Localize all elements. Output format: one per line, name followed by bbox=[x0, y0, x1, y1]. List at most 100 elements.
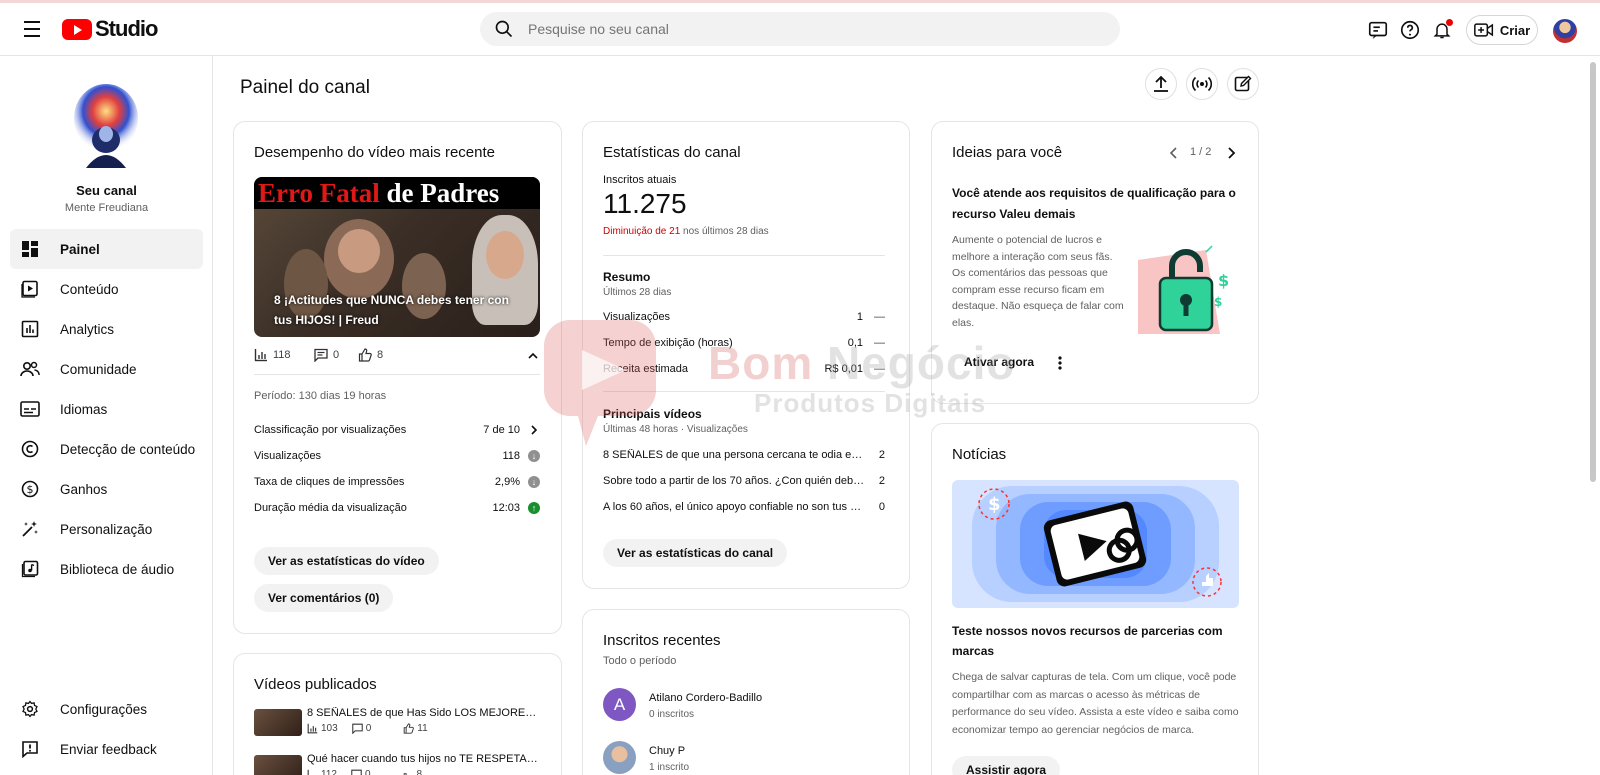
top-video-row[interactable]: 8 SEÑALES de que una persona cercana te … bbox=[603, 442, 885, 468]
sidebar-item-personalizacao[interactable]: Personalização bbox=[10, 509, 203, 549]
sidebar-item-deteccao[interactable]: Detecção de conteúdo bbox=[10, 429, 203, 469]
views-stat: 103 bbox=[307, 723, 338, 734]
channel-stats-card: Estatísticas do canal Inscritos atuais 1… bbox=[582, 121, 910, 589]
sidebar-item-label: Configurações bbox=[60, 701, 148, 717]
sidebar-item-label: Idiomas bbox=[60, 401, 108, 417]
view-comments-button[interactable]: Ver comentários (0) bbox=[254, 584, 394, 612]
summary-value: 1 bbox=[856, 311, 863, 323]
live-broadcast-icon bbox=[1192, 76, 1212, 92]
youtube-play-icon bbox=[62, 18, 92, 40]
hamburger-menu-icon[interactable] bbox=[18, 17, 46, 41]
summary-trend: — bbox=[874, 337, 885, 349]
audio-library-icon bbox=[20, 559, 40, 579]
watch-now-button[interactable]: Assistir agora bbox=[952, 756, 1061, 775]
summary-value: 0,1 bbox=[847, 337, 863, 349]
card-title: Ideias para você bbox=[952, 144, 1063, 161]
collapse-chevron-icon[interactable] bbox=[527, 350, 539, 362]
studio-logo[interactable]: Studio bbox=[62, 16, 158, 42]
divider bbox=[603, 391, 885, 392]
subscriber-row[interactable]: Chuy P 1 inscrito bbox=[603, 741, 883, 775]
card-title: Inscritos recentes bbox=[603, 632, 721, 649]
create-label: Criar bbox=[1499, 22, 1531, 38]
comment-icon bbox=[351, 769, 362, 775]
views-count: 118 bbox=[273, 349, 291, 361]
top-video-views: 0 bbox=[878, 501, 885, 513]
community-icon bbox=[20, 359, 40, 379]
metric-row[interactable]: Classificação por visualizações 7 de 10 bbox=[254, 417, 540, 443]
recent-subs-period: Todo o período bbox=[603, 655, 677, 667]
help-icon[interactable] bbox=[1398, 18, 1422, 42]
messages-icon[interactable] bbox=[1366, 18, 1390, 42]
banner-white-text: de Padres bbox=[379, 178, 500, 208]
video-stats: 112 0 8 bbox=[307, 769, 422, 775]
comment-icon bbox=[314, 348, 328, 362]
metric-value: 2,9% bbox=[494, 476, 520, 488]
divider bbox=[254, 374, 540, 375]
sidebar-item-feedback[interactable]: Enviar feedback bbox=[10, 729, 203, 769]
activate-now-button[interactable]: Ativar agora bbox=[952, 348, 1049, 376]
sidebar-item-painel[interactable]: Painel bbox=[10, 229, 203, 269]
comments-stat: 0 bbox=[314, 348, 339, 362]
search-bar[interactable] bbox=[480, 12, 1120, 46]
sidebar-item-label: Ganhos bbox=[60, 481, 108, 497]
news-body: Chega de salvar capturas de tela. Com um… bbox=[952, 671, 1239, 736]
chevron-right-icon[interactable] bbox=[1225, 146, 1237, 160]
top-video-row[interactable]: A los 60 años, el único apoyo confiable … bbox=[603, 494, 885, 520]
thumbnail-freud-face bbox=[486, 231, 524, 279]
card-title: Vídeos publicados bbox=[254, 676, 377, 693]
sidebar-item-idiomas[interactable]: Idiomas bbox=[10, 389, 203, 429]
news-heading: Teste nossos novos recursos de parcerias… bbox=[952, 624, 1223, 658]
account-avatar[interactable] bbox=[1553, 19, 1577, 43]
video-thumbnail bbox=[254, 709, 302, 736]
chevron-left-icon[interactable] bbox=[1168, 146, 1180, 160]
change-period: nos últimos 28 dias bbox=[680, 226, 769, 237]
page-title: Painel do canal bbox=[240, 77, 370, 98]
subscriber-row[interactable]: A Atilano Cordero-Badillo 0 inscritos bbox=[603, 688, 883, 728]
metric-row: Duração média da visualização 12:03 ↑ bbox=[254, 495, 540, 521]
views-count: 112 bbox=[321, 769, 337, 775]
more-options-icon[interactable] bbox=[1057, 355, 1063, 371]
create-post-button[interactable] bbox=[1227, 68, 1259, 100]
video-thumbnail[interactable]: Erro Fatal de Padres 8 ¡Actitudes que NU… bbox=[254, 177, 540, 337]
create-button[interactable]: Criar bbox=[1466, 15, 1538, 45]
sidebar-item-label: Painel bbox=[60, 241, 100, 257]
channel-avatar[interactable] bbox=[72, 82, 140, 168]
comment-icon bbox=[351, 723, 363, 734]
metric-label: Classificação por visualizações bbox=[254, 424, 407, 436]
divider bbox=[603, 255, 885, 256]
banner-red-text: Erro Fatal bbox=[258, 178, 380, 208]
analytics-icon bbox=[20, 319, 40, 339]
arrow-down-icon: ↓ bbox=[528, 476, 540, 488]
sidebar-item-conteudo[interactable]: Conteúdo bbox=[10, 269, 203, 309]
top-video-row[interactable]: Sobre todo a partir de los 70 años. ¿Con… bbox=[603, 468, 885, 494]
sidebar-item-analytics[interactable]: Analytics bbox=[10, 309, 203, 349]
idea-heading: Você atende aos requisitos de qualificaç… bbox=[952, 186, 1236, 221]
channel-handle: Mente Freudiana bbox=[64, 202, 149, 214]
subscribers-value: 11.275 bbox=[603, 188, 687, 219]
subscribers-label: Inscritos atuais bbox=[603, 174, 677, 186]
summary-trend: — bbox=[874, 363, 885, 375]
video-stats-button[interactable]: Ver as estatísticas do vídeo bbox=[254, 547, 439, 575]
comments-count: 0 bbox=[333, 349, 340, 361]
news-banner-image[interactable]: $ bbox=[952, 480, 1239, 608]
notifications-bell-icon[interactable] bbox=[1430, 18, 1454, 42]
sidebar-item-comunidade[interactable]: Comunidade bbox=[10, 349, 203, 389]
search-input[interactable] bbox=[528, 21, 1088, 37]
padlock-money-icon: $ $ bbox=[1138, 245, 1229, 334]
views-stat: 118 bbox=[254, 348, 291, 362]
list-item[interactable]: Qué hacer cuando tus hijos no TE RESPETA… bbox=[254, 753, 540, 775]
metric-label: Visualizações bbox=[254, 450, 322, 462]
scrollbar[interactable] bbox=[1590, 62, 1596, 482]
sidebar-item-ganhos[interactable]: $ Ganhos bbox=[10, 469, 203, 509]
recent-subscribers-card: Inscritos recentes Todo o período A Atil… bbox=[582, 609, 910, 775]
go-live-button[interactable] bbox=[1186, 68, 1218, 100]
arrow-up-icon: ↑ bbox=[528, 502, 540, 514]
summary-row: Visualizações 1 — bbox=[603, 304, 885, 330]
upload-button[interactable] bbox=[1145, 68, 1177, 100]
list-item[interactable]: 8 SEÑALES de que Has Sido LOS MEJORES pa… bbox=[254, 707, 540, 753]
channel-stats-button[interactable]: Ver as estatísticas do canal bbox=[603, 539, 788, 567]
sidebar-item-configuracoes[interactable]: Configurações bbox=[10, 689, 203, 729]
subscribers-change: Diminuição de 21 nos últimos 28 dias bbox=[603, 226, 769, 237]
video-stats: 103 0 11 bbox=[307, 723, 428, 734]
sidebar-item-biblioteca-audio[interactable]: Biblioteca de áudio bbox=[10, 549, 203, 589]
